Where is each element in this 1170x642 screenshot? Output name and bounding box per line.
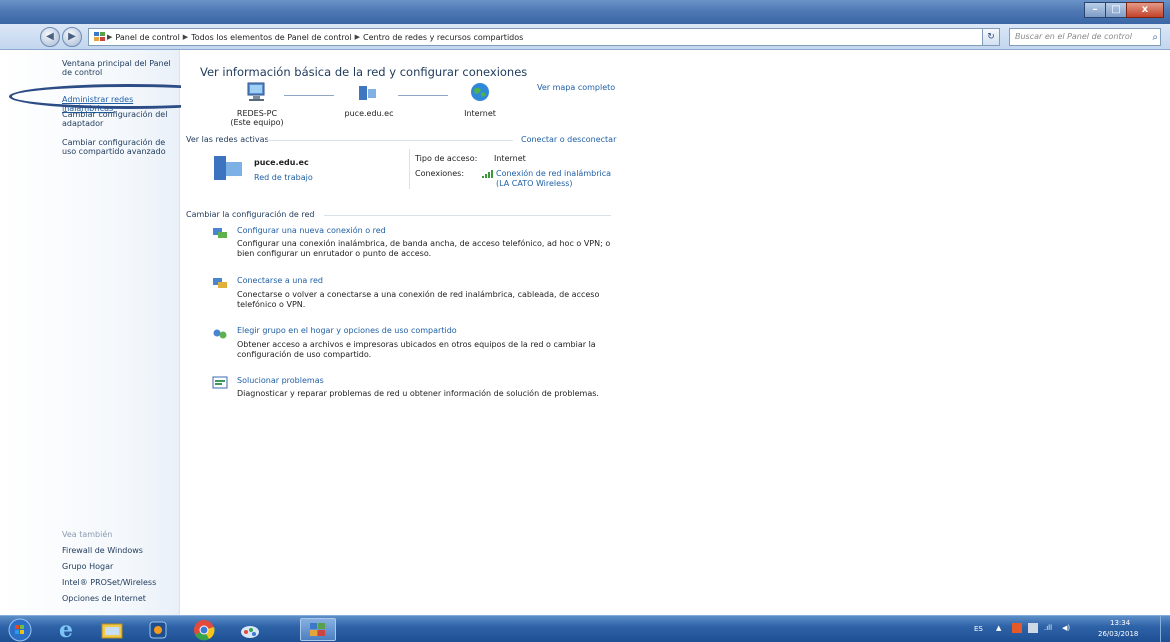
task-new-connection-link[interactable]: Configurar una nueva conexión o red — [237, 226, 386, 235]
breadcrumb-separator-icon: ▶ — [107, 33, 113, 41]
see-also-proset[interactable]: Intel® PROSet/Wireless — [62, 578, 178, 587]
breadcrumb-separator-icon: ▶ — [182, 33, 189, 41]
task-homegroup-link[interactable]: Elegir grupo en el hogar y opciones de u… — [237, 326, 457, 335]
wireless-connection-link[interactable]: Conexión de red inalámbrica — [496, 169, 611, 178]
sidebar-item-advanced-sharing[interactable]: Cambiar configuración de uso compartido … — [62, 138, 178, 156]
breadcrumb-control-panel[interactable]: Panel de control — [115, 33, 179, 42]
new-connection-icon — [213, 228, 227, 238]
sidebar-item-main-panel[interactable]: Ventana principal del Panel de control — [62, 59, 178, 77]
task-homegroup-desc: Obtener acceso a archivos e impresoras u… — [237, 340, 596, 359]
wifi-tray-icon[interactable]: .ıll — [1044, 624, 1052, 632]
see-also-homegroup[interactable]: Grupo Hogar — [62, 562, 178, 571]
wifi-signal-icon — [482, 170, 493, 178]
back-button[interactable]: ◀ — [40, 27, 60, 47]
task-connect-network-desc: Conectarse o volver a conectarse a una c… — [237, 290, 600, 309]
internet-globe-icon — [471, 83, 489, 101]
close-button[interactable]: x — [1126, 2, 1164, 18]
taskbar-media[interactable] — [140, 618, 176, 641]
full-map-link[interactable]: Ver mapa completo — [537, 83, 615, 92]
divider — [324, 215, 611, 216]
main-content: Ver información básica de la red y confi… — [181, 50, 1170, 615]
homegroup-icon — [213, 329, 227, 339]
task-new-connection-desc: Configurar una conexión inalámbrica, de … — [237, 239, 611, 258]
language-indicator[interactable]: ES — [974, 625, 983, 633]
action-center-flag-icon[interactable] — [1012, 623, 1022, 633]
troubleshoot-icon — [212, 376, 228, 389]
connector-line — [284, 95, 334, 96]
page-title: Ver información básica de la red y confi… — [200, 65, 528, 79]
access-type-label: Tipo de acceso: — [415, 154, 478, 163]
search-input[interactable]: Buscar en el Panel de control ⌕ — [1009, 28, 1161, 46]
node-internet: Internet — [440, 109, 520, 118]
window-title-bar: – □ x — [0, 0, 1170, 24]
chrome-icon — [194, 619, 215, 640]
internet-explorer-icon: e — [59, 616, 73, 642]
task-connect-network-link[interactable]: Conectarse a una red — [237, 276, 323, 285]
paint-icon — [241, 625, 259, 638]
connect-disconnect-link[interactable]: Conectar o desconectar — [521, 135, 616, 144]
sidebar: Ventana principal del Panel de control A… — [0, 50, 180, 615]
divider — [409, 149, 410, 189]
show-desktop-button[interactable] — [1160, 616, 1170, 642]
search-placeholder: Buscar en el Panel de control — [1015, 32, 1133, 41]
sidebar-item-adapter-settings[interactable]: Cambiar configuración del adaptador — [62, 110, 178, 128]
breadcrumb-network-center[interactable]: Centro de redes y recursos compartidos — [363, 33, 523, 42]
connector-line — [398, 95, 448, 96]
change-settings-title: Cambiar la configuración de red — [186, 210, 315, 219]
see-also-title: Vea también — [62, 530, 113, 539]
task-troubleshoot-desc: Diagnosticar y reparar problemas de red … — [237, 389, 599, 398]
node-network: puce.edu.ec — [329, 109, 409, 118]
navigation-bar: ◀ ▶ ▶ Panel de control ▶ Todos los eleme… — [0, 24, 1170, 50]
search-icon[interactable]: ⌕ — [1152, 30, 1158, 46]
network-type-link[interactable]: Red de trabajo — [254, 173, 313, 182]
taskbar: e ES ▲ .ıll ◀) 13:34 26/03/2018 — [0, 615, 1170, 642]
refresh-icon[interactable]: ↻ — [982, 28, 1000, 46]
maximize-button[interactable]: □ — [1105, 2, 1127, 18]
node-internet-name: Internet — [464, 109, 496, 118]
control-panel-icon — [310, 622, 325, 636]
connect-network-icon — [213, 278, 227, 288]
start-button[interactable] — [2, 618, 38, 641]
see-also-internet-options[interactable]: Opciones de Internet — [62, 594, 178, 603]
computer-icon — [247, 82, 265, 101]
minimize-button[interactable]: – — [1084, 2, 1106, 18]
access-type-value: Internet — [494, 154, 526, 163]
taskbar-control-panel-active[interactable] — [300, 618, 336, 641]
forward-button[interactable]: ▶ — [62, 27, 82, 47]
see-also-firewall[interactable]: Firewall de Windows — [62, 546, 178, 555]
taskbar-chrome[interactable] — [186, 618, 222, 641]
node-network-name: puce.edu.ec — [344, 109, 394, 118]
taskbar-paint[interactable] — [232, 618, 268, 641]
breadcrumb-separator-icon: ▶ — [354, 33, 361, 41]
wireless-connection-ssid[interactable]: (LA CATO Wireless) — [496, 179, 573, 188]
windows-orb-icon — [8, 618, 32, 641]
address-bar[interactable]: ▶ Panel de control ▶ Todos los elementos… — [88, 28, 1000, 46]
folder-icon — [101, 623, 123, 638]
network-bench-icon — [214, 156, 242, 180]
node-pc-name: REDES-PC — [236, 109, 278, 118]
show-hidden-icons-icon[interactable]: ▲ — [996, 624, 1001, 632]
taskbar-ie[interactable]: e — [48, 616, 84, 642]
task-troubleshoot-link[interactable]: Solucionar problemas — [237, 376, 324, 385]
network-name: puce.edu.ec — [254, 158, 309, 167]
network-icon — [359, 86, 376, 100]
clock-time[interactable]: 13:34 — [1110, 619, 1130, 627]
taskbar-explorer[interactable] — [94, 618, 130, 641]
window-controls: – □ x — [1084, 2, 1164, 18]
active-networks-title: Ver las redes activas — [186, 135, 269, 144]
breadcrumb-all-items[interactable]: Todos los elementos de Panel de control — [191, 33, 351, 42]
system-tray: ES ▲ .ıll ◀) 13:34 26/03/2018 — [970, 616, 1170, 642]
connections-label: Conexiones: — [415, 169, 465, 178]
volume-icon[interactable]: ◀) — [1062, 624, 1070, 632]
media-player-icon — [149, 621, 167, 638]
network-tray-icon[interactable] — [1028, 623, 1038, 633]
node-pc-sub: (Este equipo) — [230, 118, 284, 127]
divider — [267, 140, 513, 141]
clock-date[interactable]: 26/03/2018 — [1098, 630, 1138, 638]
control-panel-icon — [94, 32, 105, 41]
node-this-pc: REDES-PC (Este equipo) — [217, 109, 297, 127]
